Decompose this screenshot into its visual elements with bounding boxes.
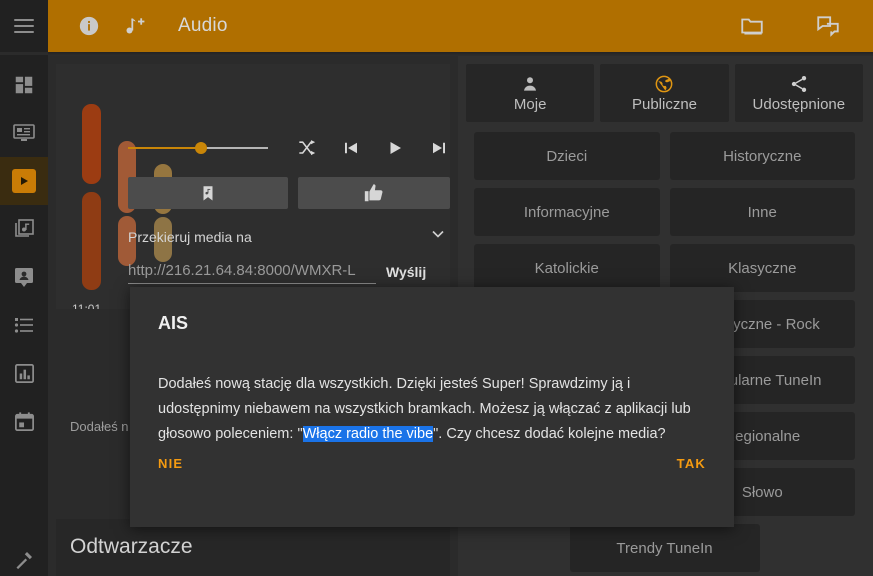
player-controls-row bbox=[128, 138, 448, 158]
source-tabs: Moje Publiczne Udostępnione bbox=[466, 64, 863, 122]
dialog-yes-button[interactable]: TAK bbox=[677, 456, 706, 471]
chevron-down-icon[interactable] bbox=[428, 224, 448, 249]
like-button[interactable] bbox=[298, 177, 450, 209]
bookmark-button[interactable] bbox=[128, 177, 288, 209]
music-note-add-icon bbox=[126, 18, 145, 34]
shuffle-button[interactable] bbox=[296, 138, 316, 158]
players-section: Odtwarzacze bbox=[56, 519, 450, 576]
sidebar-item-contacts[interactable] bbox=[0, 253, 48, 301]
menu-button[interactable] bbox=[0, 0, 48, 52]
tab-publiczne[interactable]: Publiczne bbox=[600, 64, 729, 122]
category-cell[interactable]: Trendy TuneIn bbox=[569, 524, 760, 572]
dialog-highlighted-phrase: Włącz radio the vibe bbox=[302, 426, 434, 442]
calendar-icon bbox=[14, 411, 34, 431]
players-title: Odtwarzacze bbox=[70, 535, 193, 558]
category-cell[interactable]: Informacyjne bbox=[474, 188, 660, 236]
player-time: 11:01 bbox=[72, 302, 102, 309]
music-library-icon bbox=[15, 219, 34, 237]
cast-media-selector[interactable]: Przekieruj media na bbox=[128, 224, 448, 249]
hammer-icon bbox=[16, 552, 32, 570]
next-button[interactable] bbox=[430, 139, 448, 157]
app-header: Audio bbox=[48, 0, 873, 52]
hamburger-menu-icon[interactable] bbox=[14, 19, 34, 33]
app-root: Audio Przekieruj media na http://216.21.… bbox=[0, 0, 873, 576]
bar-chart-icon bbox=[14, 363, 34, 383]
dialog-title: AIS bbox=[158, 313, 189, 333]
dialog-actions: NIE TAK bbox=[158, 456, 706, 471]
category-grid-last-row: Trendy TuneIn bbox=[466, 524, 863, 572]
bookmark-music-icon bbox=[203, 186, 213, 201]
sidebar-item-media-play[interactable] bbox=[0, 157, 48, 205]
share-icon bbox=[791, 75, 806, 92]
dialog-text-part2: ". Czy chcesz dodać kolejne media? bbox=[433, 426, 666, 442]
play-square-icon bbox=[12, 169, 36, 193]
chat-button[interactable] bbox=[815, 13, 841, 39]
header-actions bbox=[717, 13, 841, 39]
media-player-card: Przekieruj media na http://216.21.64.84:… bbox=[56, 64, 450, 309]
seek-knob[interactable] bbox=[195, 142, 207, 154]
thumb-up-icon bbox=[364, 184, 383, 202]
sidebar-item-statistics[interactable] bbox=[0, 349, 48, 397]
play-button[interactable] bbox=[386, 139, 404, 157]
left-sidebar bbox=[0, 0, 48, 576]
sidebar-item-monitor[interactable] bbox=[0, 109, 48, 157]
person-icon bbox=[524, 76, 537, 91]
category-cell[interactable]: Dzieci bbox=[474, 132, 660, 180]
category-cell[interactable]: Inne bbox=[669, 188, 855, 236]
tab-label: Udostępnione bbox=[752, 95, 846, 113]
sidebar-item-lists[interactable] bbox=[0, 301, 48, 349]
category-cell[interactable]: Klasyczne bbox=[669, 244, 855, 292]
skip-next-icon bbox=[433, 142, 445, 154]
stream-url-row: http://216.21.64.84:8000/WMXR-L Wyślij bbox=[128, 262, 448, 284]
stream-url-input[interactable]: http://216.21.64.84:8000/WMXR-L bbox=[128, 262, 376, 284]
cast-label: Przekieruj media na bbox=[128, 228, 252, 245]
transport-controls bbox=[296, 138, 448, 158]
play-icon bbox=[390, 142, 401, 154]
sidebar-item-tools[interactable] bbox=[0, 537, 48, 576]
tab-label: Moje bbox=[513, 95, 547, 113]
sidebar-item-music-library[interactable] bbox=[0, 205, 48, 253]
category-cell[interactable]: Historyczne bbox=[669, 132, 855, 180]
player-action-row bbox=[128, 177, 450, 209]
tab-moje[interactable]: Moje bbox=[466, 64, 595, 122]
category-cell[interactable]: Katolickie bbox=[474, 244, 660, 292]
ais-dialog: AIS Dodałeś nową stację dla wszystkich. … bbox=[130, 287, 734, 527]
bullet-list-icon bbox=[14, 318, 33, 333]
previous-button[interactable] bbox=[342, 139, 360, 157]
skip-previous-icon bbox=[345, 142, 357, 154]
tab-udostepnione[interactable]: Udostępnione bbox=[734, 64, 863, 122]
info-circle-icon bbox=[79, 16, 99, 36]
chat-bubbles-icon bbox=[817, 16, 839, 37]
tab-label: Publiczne bbox=[631, 95, 698, 113]
page-title: Audio bbox=[178, 15, 228, 36]
dialog-message: Dodałeś nową stację dla wszystkich. Dzię… bbox=[158, 372, 706, 447]
monitor-tv-icon bbox=[13, 124, 35, 141]
header-shadow bbox=[48, 52, 873, 56]
shuffle-icon bbox=[299, 140, 316, 156]
folder-button[interactable] bbox=[739, 13, 765, 39]
sidebar-items bbox=[0, 55, 48, 576]
sidebar-item-dashboard[interactable] bbox=[0, 61, 48, 109]
seek-fill bbox=[128, 147, 201, 149]
add-music-button[interactable] bbox=[122, 14, 146, 38]
seek-slider[interactable] bbox=[128, 139, 268, 157]
dashboard-grid-icon bbox=[15, 76, 33, 94]
info-button[interactable] bbox=[78, 15, 100, 37]
sidebar-item-calendar[interactable] bbox=[0, 397, 48, 445]
person-card-icon bbox=[15, 268, 33, 287]
globe-icon bbox=[656, 75, 673, 92]
folder-icon bbox=[741, 18, 763, 35]
dialog-no-button[interactable]: NIE bbox=[158, 456, 183, 471]
send-button[interactable]: Wyślij bbox=[386, 264, 426, 284]
